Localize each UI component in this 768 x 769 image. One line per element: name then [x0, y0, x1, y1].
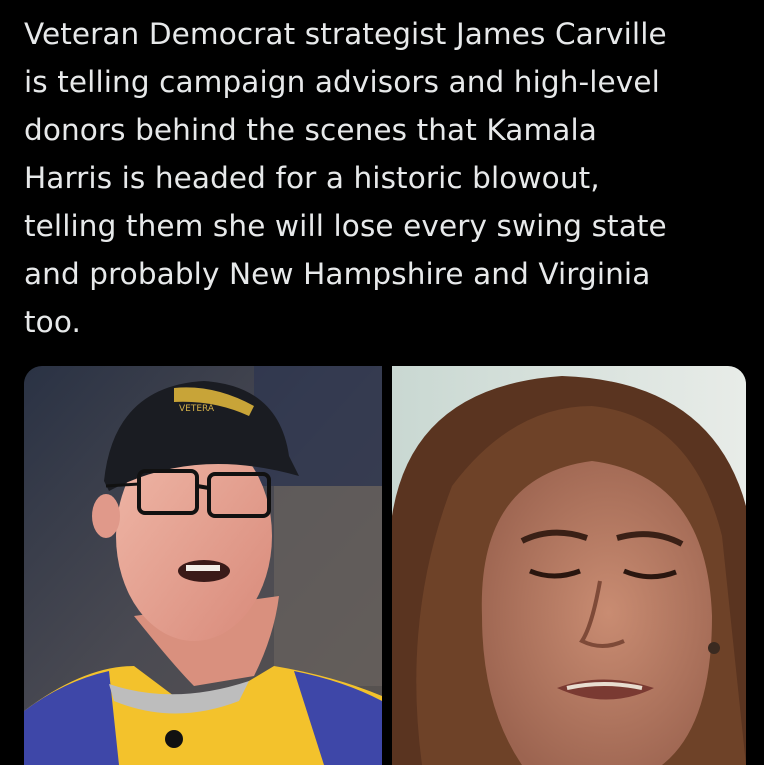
post-text-line: Veteran Democrat strategist James Carvil… — [24, 17, 667, 51]
photo-harris-image — [392, 366, 746, 765]
post-text-line: is telling campaign advisors and high-le… — [24, 65, 660, 99]
post-text-line: Harris is headed for a historic blowout, — [24, 161, 600, 195]
cap-text: VETERA — [179, 404, 215, 414]
post-text-line: telling them she will lose every swing s… — [24, 209, 667, 243]
post-text-line: and probably New Hampshire and Virginia — [24, 257, 651, 291]
photo-carville-image: VETERA — [24, 366, 382, 765]
post-card: Veteran Democrat strategist James Carvil… — [0, 0, 768, 769]
photo-right[interactable] — [392, 366, 746, 765]
post-text: Veteran Democrat strategist James Carvil… — [24, 10, 744, 346]
photo-left[interactable]: VETERA — [24, 366, 382, 765]
post-text-line: too. — [24, 305, 81, 339]
post-text-line: donors behind the scenes that Kamala — [24, 113, 597, 147]
media-grid[interactable]: VETERA — [24, 366, 746, 765]
